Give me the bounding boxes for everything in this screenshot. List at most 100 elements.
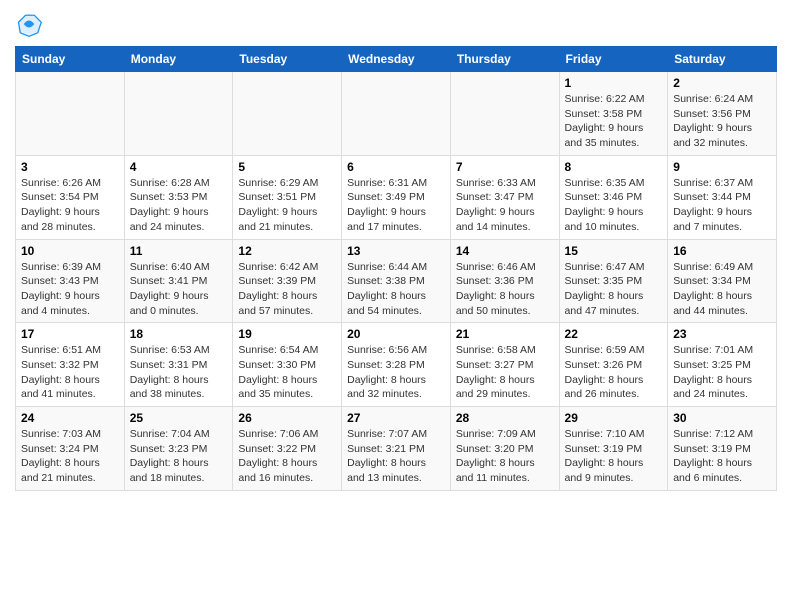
- day-number: 10: [21, 244, 119, 258]
- day-info: Sunrise: 7:06 AM Sunset: 3:22 PM Dayligh…: [238, 427, 336, 486]
- weekday-header-monday: Monday: [124, 47, 233, 72]
- day-number: 24: [21, 411, 119, 425]
- logo: [15, 10, 47, 38]
- day-cell: 17Sunrise: 6:51 AM Sunset: 3:32 PM Dayli…: [16, 323, 125, 407]
- week-row-5: 24 Sunrise: 7:03 AM Sunset: 3:24 PM Dayli…: [16, 407, 777, 491]
- day-cell: 29 Sunrise: 7:10 AM Sunset: 3:19 PM Dayli…: [559, 407, 668, 491]
- day-info: Sunrise: 6:40 AM Sunset: 3:41 PM Dayligh…: [130, 260, 228, 319]
- day-number: 11: [130, 244, 228, 258]
- day-cell: 8 Sunrise: 6:35 AM Sunset: 3:46 PM Daylig…: [559, 155, 668, 239]
- day-cell: [450, 72, 559, 156]
- day-info: Sunrise: 6:59 AM Sunset: 3:26 PM Dayligh…: [565, 343, 663, 402]
- day-info: Sunrise: 7:10 AM Sunset: 3:19 PM Dayligh…: [565, 427, 663, 486]
- day-info: Sunrise: 6:35 AM Sunset: 3:46 PM Dayligh…: [565, 176, 663, 235]
- weekday-header-friday: Friday: [559, 47, 668, 72]
- day-number: 6: [347, 160, 445, 174]
- day-number: 28: [456, 411, 554, 425]
- day-info: Sunrise: 7:03 AM Sunset: 3:24 PM Dayligh…: [21, 427, 119, 486]
- day-cell: 7 Sunrise: 6:33 AM Sunset: 3:47 PM Daylig…: [450, 155, 559, 239]
- day-info: Sunrise: 6:56 AM Sunset: 3:28 PM Dayligh…: [347, 343, 445, 402]
- day-number: 19: [238, 327, 336, 341]
- day-info: Sunrise: 6:39 AM Sunset: 3:43 PM Dayligh…: [21, 260, 119, 319]
- day-number: 4: [130, 160, 228, 174]
- day-number: 23: [673, 327, 771, 341]
- day-number: 17: [21, 327, 119, 341]
- weekday-header-saturday: Saturday: [668, 47, 777, 72]
- day-info: Sunrise: 6:58 AM Sunset: 3:27 PM Dayligh…: [456, 343, 554, 402]
- day-info: Sunrise: 6:26 AM Sunset: 3:54 PM Dayligh…: [21, 176, 119, 235]
- day-cell: [342, 72, 451, 156]
- day-cell: 21 Sunrise: 6:58 AM Sunset: 3:27 PM Dayli…: [450, 323, 559, 407]
- day-number: 21: [456, 327, 554, 341]
- day-info: Sunrise: 7:01 AM Sunset: 3:25 PM Dayligh…: [673, 343, 771, 402]
- day-cell: 4 Sunrise: 6:28 AM Sunset: 3:53 PM Daylig…: [124, 155, 233, 239]
- calendar-table: SundayMondayTuesdayWednesdayThursdayFrid…: [15, 46, 777, 491]
- day-cell: 30Sunrise: 7:12 AM Sunset: 3:19 PM Dayli…: [668, 407, 777, 491]
- day-number: 9: [673, 160, 771, 174]
- day-number: 8: [565, 160, 663, 174]
- week-row-3: 10 Sunrise: 6:39 AM Sunset: 3:43 PM Dayli…: [16, 239, 777, 323]
- day-cell: 20 Sunrise: 6:56 AM Sunset: 3:28 PM Dayli…: [342, 323, 451, 407]
- weekday-header-thursday: Thursday: [450, 47, 559, 72]
- day-cell: 28 Sunrise: 7:09 AM Sunset: 3:20 PM Dayli…: [450, 407, 559, 491]
- day-info: Sunrise: 6:49 AM Sunset: 3:34 PM Dayligh…: [673, 260, 771, 319]
- day-info: Sunrise: 6:46 AM Sunset: 3:36 PM Dayligh…: [456, 260, 554, 319]
- day-number: 18: [130, 327, 228, 341]
- day-info: Sunrise: 6:33 AM Sunset: 3:47 PM Dayligh…: [456, 176, 554, 235]
- day-number: 20: [347, 327, 445, 341]
- day-info: Sunrise: 7:07 AM Sunset: 3:21 PM Dayligh…: [347, 427, 445, 486]
- day-cell: 15 Sunrise: 6:47 AM Sunset: 3:35 PM Dayli…: [559, 239, 668, 323]
- weekday-header-wednesday: Wednesday: [342, 47, 451, 72]
- day-cell: 12 Sunrise: 6:42 AM Sunset: 3:39 PM Dayli…: [233, 239, 342, 323]
- day-cell: 11 Sunrise: 6:40 AM Sunset: 3:41 PM Dayli…: [124, 239, 233, 323]
- day-cell: 23 Sunrise: 7:01 AM Sunset: 3:25 PM Dayli…: [668, 323, 777, 407]
- day-info: Sunrise: 6:53 AM Sunset: 3:31 PM Dayligh…: [130, 343, 228, 402]
- day-cell: 24 Sunrise: 7:03 AM Sunset: 3:24 PM Dayli…: [16, 407, 125, 491]
- page: SundayMondayTuesdayWednesdayThursdayFrid…: [0, 0, 792, 501]
- weekday-header-sunday: Sunday: [16, 47, 125, 72]
- day-number: 16: [673, 244, 771, 258]
- day-number: 13: [347, 244, 445, 258]
- day-number: 27: [347, 411, 445, 425]
- day-info: Sunrise: 6:29 AM Sunset: 3:51 PM Dayligh…: [238, 176, 336, 235]
- day-number: 29: [565, 411, 663, 425]
- day-info: Sunrise: 6:44 AM Sunset: 3:38 PM Dayligh…: [347, 260, 445, 319]
- day-info: Sunrise: 6:54 AM Sunset: 3:30 PM Dayligh…: [238, 343, 336, 402]
- day-info: Sunrise: 6:42 AM Sunset: 3:39 PM Dayligh…: [238, 260, 336, 319]
- day-info: Sunrise: 6:22 AM Sunset: 3:58 PM Dayligh…: [565, 92, 663, 151]
- week-row-1: 1 Sunrise: 6:22 AM Sunset: 3:58 PM Daylig…: [16, 72, 777, 156]
- header: [15, 10, 777, 38]
- day-info: Sunrise: 6:37 AM Sunset: 3:44 PM Dayligh…: [673, 176, 771, 235]
- day-cell: 14 Sunrise: 6:46 AM Sunset: 3:36 PM Dayli…: [450, 239, 559, 323]
- day-cell: 9 Sunrise: 6:37 AM Sunset: 3:44 PM Daylig…: [668, 155, 777, 239]
- logo-icon: [15, 10, 43, 38]
- day-cell: 27 Sunrise: 7:07 AM Sunset: 3:21 PM Dayli…: [342, 407, 451, 491]
- day-cell: 5Sunrise: 6:29 AM Sunset: 3:51 PM Daylig…: [233, 155, 342, 239]
- day-number: 26: [238, 411, 336, 425]
- day-number: 1: [565, 76, 663, 90]
- day-number: 7: [456, 160, 554, 174]
- day-cell: 26 Sunrise: 7:06 AM Sunset: 3:22 PM Dayli…: [233, 407, 342, 491]
- weekday-header-tuesday: Tuesday: [233, 47, 342, 72]
- day-info: Sunrise: 7:12 AM Sunset: 3:19 PM Dayligh…: [673, 427, 771, 486]
- day-info: Sunrise: 7:09 AM Sunset: 3:20 PM Dayligh…: [456, 427, 554, 486]
- day-cell: 19 Sunrise: 6:54 AM Sunset: 3:30 PM Dayli…: [233, 323, 342, 407]
- day-number: 15: [565, 244, 663, 258]
- day-cell: 10 Sunrise: 6:39 AM Sunset: 3:43 PM Dayli…: [16, 239, 125, 323]
- week-row-4: 17Sunrise: 6:51 AM Sunset: 3:32 PM Dayli…: [16, 323, 777, 407]
- day-cell: 25Sunrise: 7:04 AM Sunset: 3:23 PM Dayli…: [124, 407, 233, 491]
- day-info: Sunrise: 6:28 AM Sunset: 3:53 PM Dayligh…: [130, 176, 228, 235]
- day-info: Sunrise: 6:47 AM Sunset: 3:35 PM Dayligh…: [565, 260, 663, 319]
- day-cell: [233, 72, 342, 156]
- week-row-2: 3Sunrise: 6:26 AM Sunset: 3:54 PM Daylig…: [16, 155, 777, 239]
- day-cell: 16 Sunrise: 6:49 AM Sunset: 3:34 PM Dayli…: [668, 239, 777, 323]
- day-cell: 6Sunrise: 6:31 AM Sunset: 3:49 PM Daylig…: [342, 155, 451, 239]
- day-info: Sunrise: 6:24 AM Sunset: 3:56 PM Dayligh…: [673, 92, 771, 151]
- day-cell: 1 Sunrise: 6:22 AM Sunset: 3:58 PM Daylig…: [559, 72, 668, 156]
- day-number: 12: [238, 244, 336, 258]
- weekday-header-row: SundayMondayTuesdayWednesdayThursdayFrid…: [16, 47, 777, 72]
- day-number: 25: [130, 411, 228, 425]
- day-number: 22: [565, 327, 663, 341]
- day-cell: [16, 72, 125, 156]
- day-number: 14: [456, 244, 554, 258]
